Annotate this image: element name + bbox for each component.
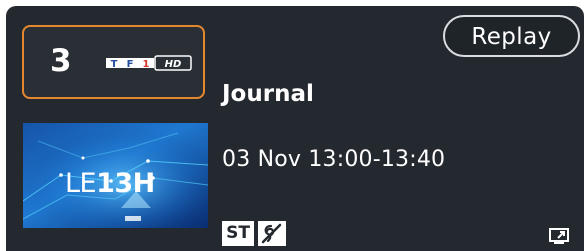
channel-number: 3 [50,43,72,79]
program-thumbnail[interactable]: LE13H [23,123,208,228]
tf1-hd-logo: T F 1 HD [106,55,192,71]
replay-button[interactable]: Replay [443,15,580,57]
thumbnail-title: LE13H [65,168,155,199]
svg-text:T: T [111,59,118,70]
channel-focus-box[interactable]: 3 T F 1 HD [22,25,205,99]
program-title: Journal [222,81,314,107]
svg-text:1: 1 [143,59,150,70]
program-card[interactable]: 3 T F 1 HD Replay Journal LE13H 03 Nov 1… [6,6,584,251]
subtitles-badge: ST [222,221,254,246]
hearing-impaired-icon [258,221,286,246]
svg-text:HD: HD [165,59,182,70]
svg-text:F: F [127,59,134,70]
tv-arrow-icon [548,226,572,246]
program-schedule: 03 Nov 13:00-13:40 [222,147,446,172]
